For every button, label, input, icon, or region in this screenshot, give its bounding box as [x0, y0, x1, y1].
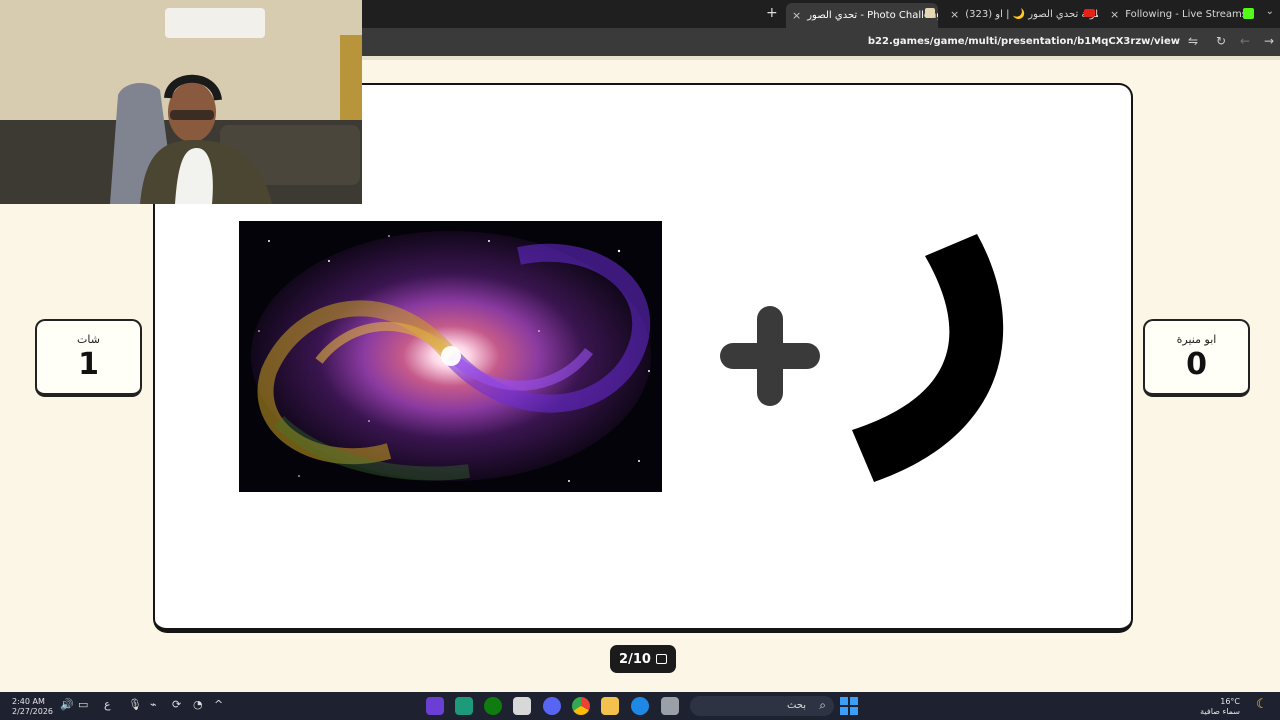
forward-icon[interactable]: ← [1240, 34, 1250, 48]
microphone-icon[interactable]: 🎙 [128, 698, 142, 711]
taskbar: 2:40 AM 2/27/2026 🔊 ▭ ع 🎙 ⌁ ⟳ ◔ ^ بحث ⌕ … [0, 692, 1280, 720]
search-placeholder: بحث [786, 700, 806, 711]
plus-icon [720, 306, 820, 406]
volume-icon[interactable]: 🔊 [60, 698, 74, 711]
tab-youtube[interactable]: × (323) بطولة تحدي الصور 🌙 | او [950, 4, 1098, 24]
clock[interactable]: 2:40 AM 2/27/2026 [12, 697, 53, 717]
player-name: شات [77, 333, 100, 346]
network-icon[interactable]: ⌁ [150, 698, 157, 711]
file-explorer-icon[interactable] [601, 697, 619, 715]
moon-icon: ☾ [1256, 697, 1268, 712]
score-card-left: شات 1 [35, 319, 142, 397]
display-icon[interactable]: ▭ [78, 698, 88, 711]
sync-icon[interactable]: ⟳ [172, 698, 181, 711]
app-icon-1[interactable] [426, 697, 444, 715]
back-icon[interactable]: → [1264, 34, 1274, 48]
time-text: 2:40 AM [12, 697, 45, 706]
site-settings-icon[interactable]: ⇋ [1188, 34, 1198, 48]
taskbar-search[interactable]: بحث ⌕ [690, 696, 834, 716]
image-icon [655, 654, 667, 664]
tab-search-chevron-icon[interactable]: ⌄ [1266, 6, 1274, 17]
tab-title: تحدي الصور - Photo Challenge [807, 10, 938, 21]
arabic-letter-ra-image [852, 234, 1004, 482]
date-text: 2/27/2026 [12, 707, 54, 716]
xbox-icon[interactable] [484, 697, 502, 715]
tab-title: Following - Live Streams on Ki [1125, 8, 1250, 20]
galaxy-image [239, 221, 662, 492]
temperature-text: 16°C [1220, 697, 1240, 706]
webcam-overlay [0, 0, 362, 204]
player-score: 0 [1186, 347, 1207, 382]
close-tab-icon[interactable]: × [792, 9, 801, 22]
counter-text: 2/10 [619, 651, 651, 667]
battery-icon[interactable]: ◔ [193, 698, 203, 711]
app-icon-2[interactable] [455, 697, 473, 715]
weather-widget[interactable]: 16°C سماء صافية [1200, 697, 1240, 717]
tab-photo-challenge[interactable]: × تحدي الصور - Photo Challenge [786, 3, 938, 28]
kick-favicon-icon [1243, 8, 1254, 19]
question-counter: 2/10 [610, 645, 676, 673]
reload-icon[interactable]: ↻ [1216, 34, 1226, 48]
url-field[interactable]: b22.games/game/multi/presentation/b1MqCX… [868, 36, 1180, 47]
weather-text: سماء صافية [1200, 707, 1240, 716]
store-icon[interactable] [513, 697, 531, 715]
tab-title: (323) بطولة تحدي الصور 🌙 | او [965, 8, 1098, 20]
app-icon-9[interactable] [661, 697, 679, 715]
search-icon: ⌕ [819, 698, 826, 712]
chrome-icon[interactable] [572, 697, 590, 715]
youtube-favicon-icon [1084, 9, 1095, 17]
player-name: ابو منيرة [1176, 333, 1217, 346]
game-favicon-icon [925, 8, 935, 18]
score-card-right: ابو منيرة 0 [1143, 319, 1250, 397]
player-score: 1 [78, 347, 99, 382]
edge-icon[interactable] [631, 697, 649, 715]
new-tab-button[interactable]: + [766, 5, 778, 21]
start-button[interactable] [840, 697, 858, 715]
show-hidden-icons-chevron[interactable]: ^ [214, 698, 223, 711]
tab-kick[interactable]: × Following - Live Streams on Ki [1110, 4, 1250, 24]
language-indicator[interactable]: ع [104, 698, 111, 711]
discord-icon[interactable] [543, 697, 561, 715]
close-tab-icon[interactable]: × [1110, 8, 1119, 21]
close-tab-icon[interactable]: × [950, 8, 959, 21]
